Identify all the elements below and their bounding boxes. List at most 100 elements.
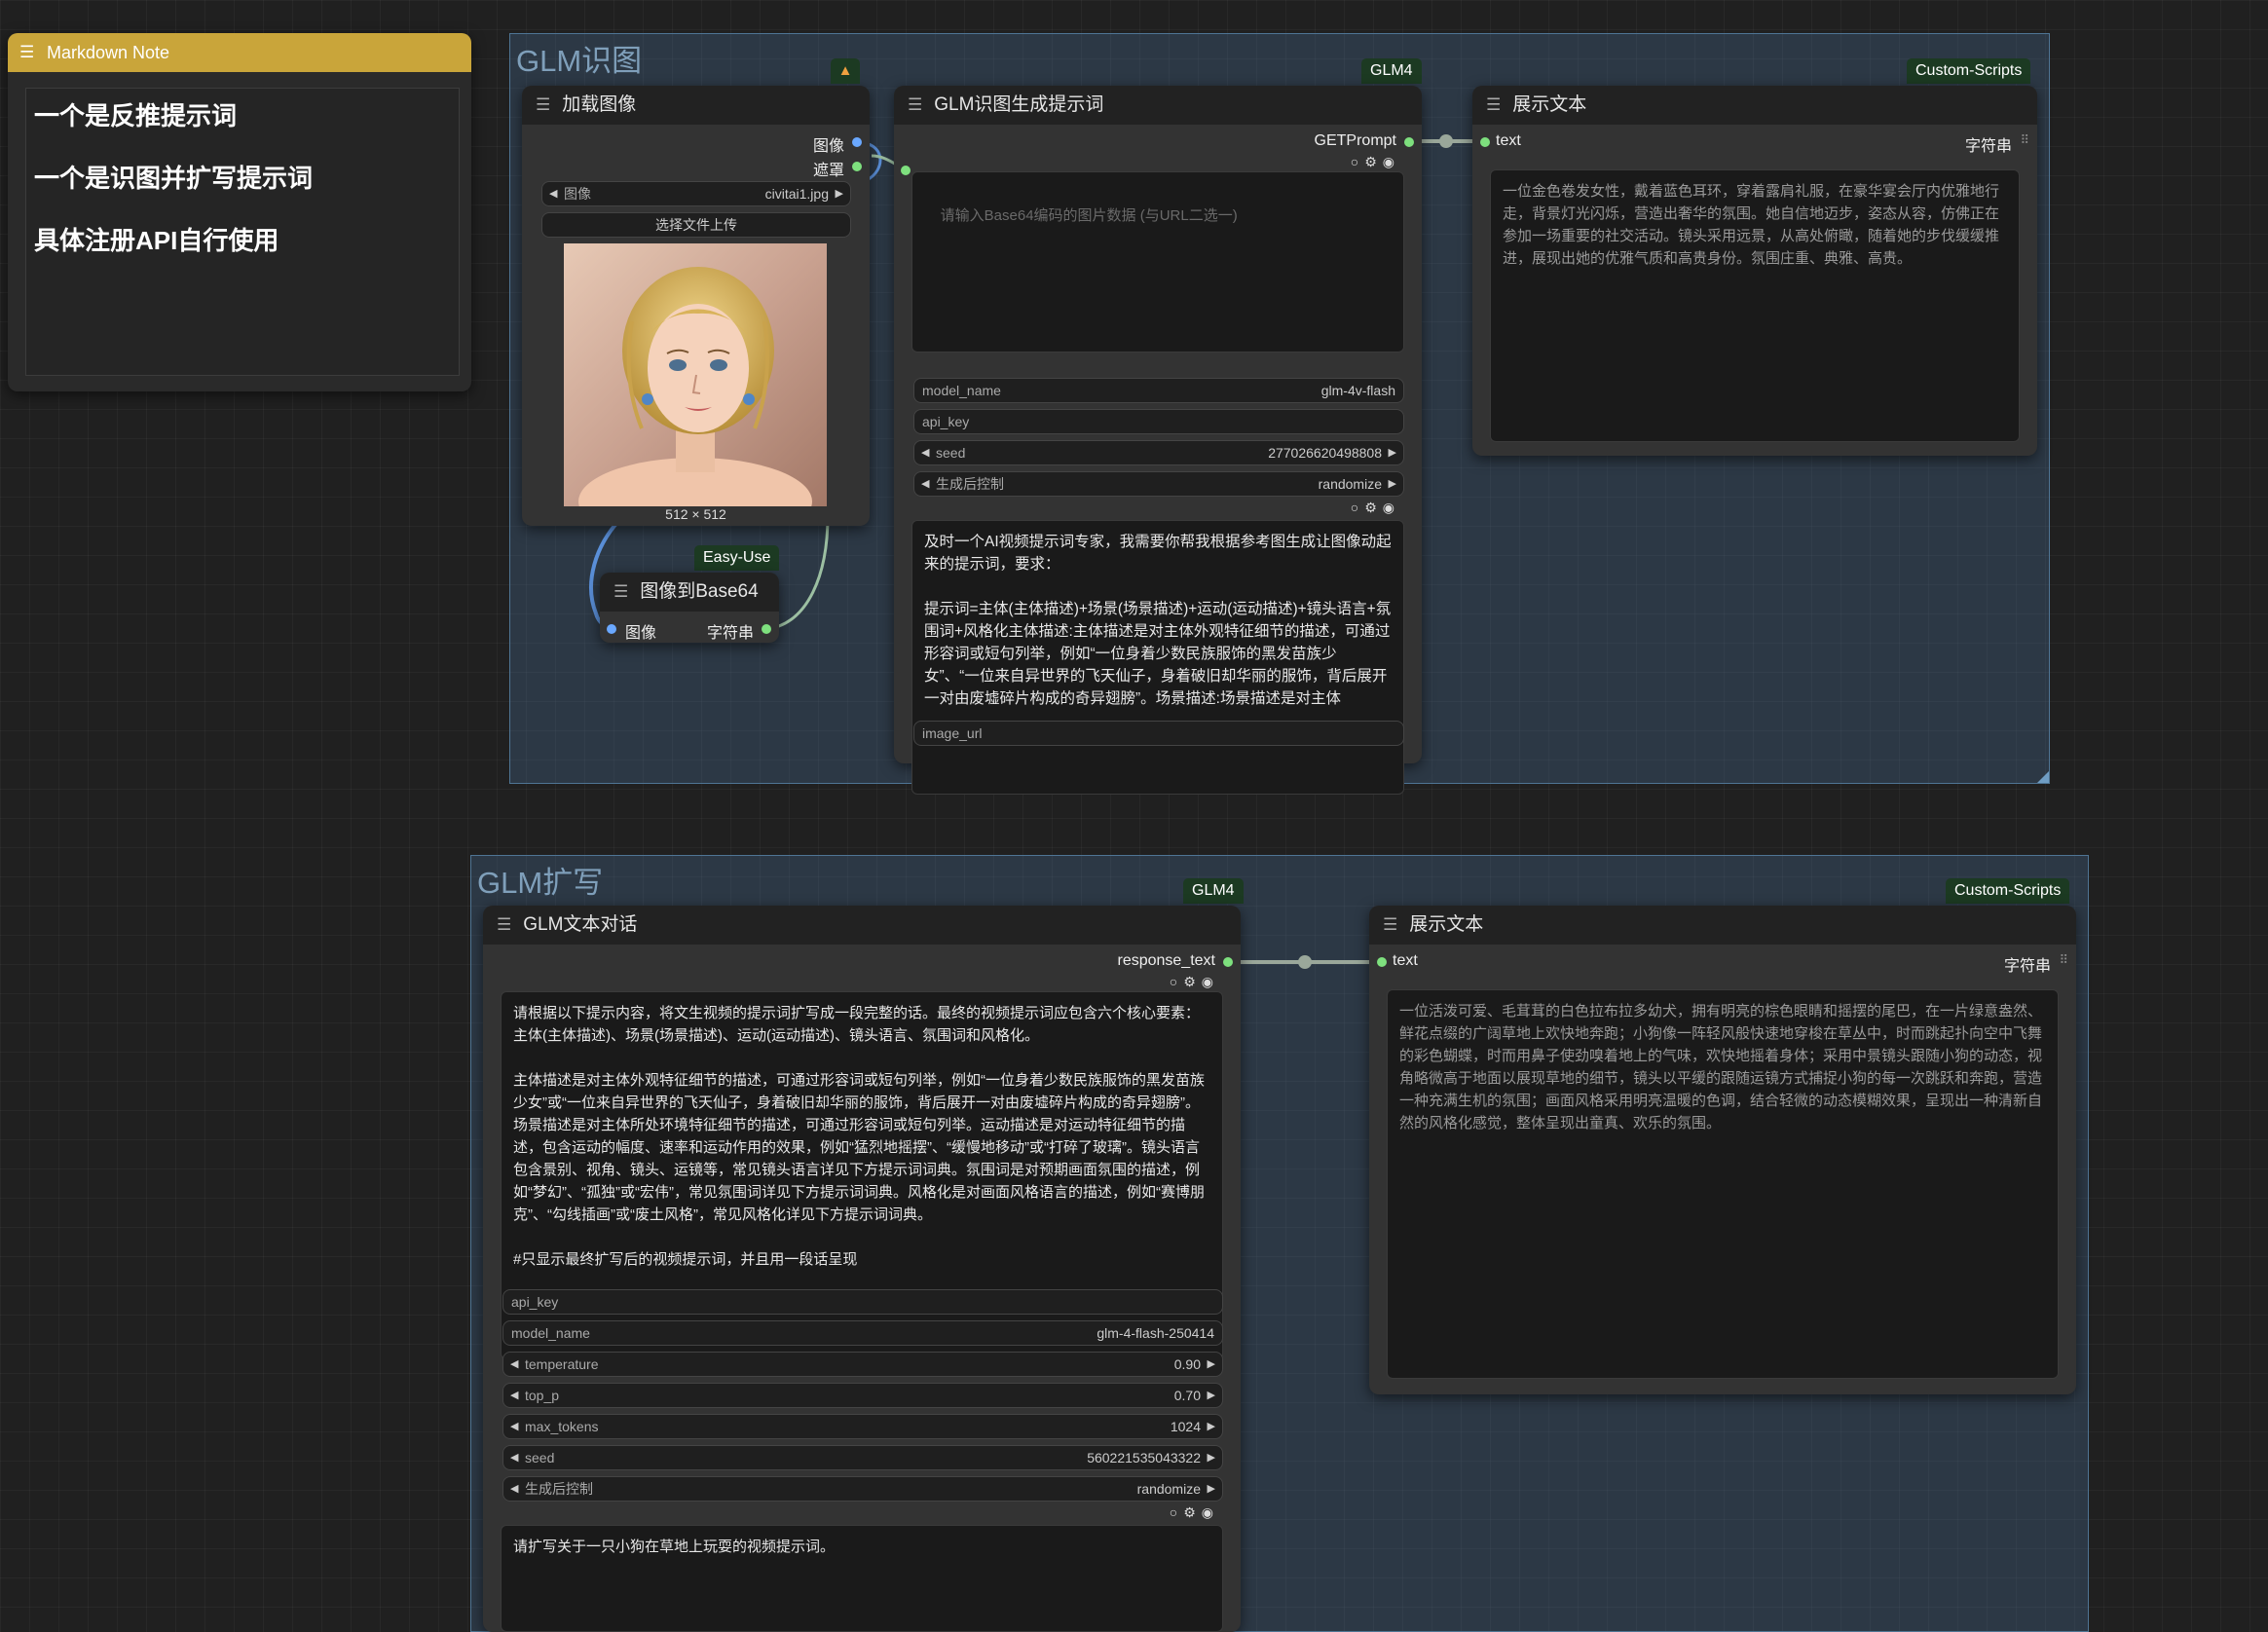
widget-icons[interactable]: ○⚙◉: [1351, 154, 1400, 170]
output-getprompt-slot[interactable]: [1404, 137, 1414, 147]
node-title: 加载图像: [562, 94, 637, 115]
upload-button-label: 选择文件上传: [655, 217, 737, 233]
load-image-node[interactable]: ☰ 加载图像 图像 遮罩 ◀ 图像 civitai1.jpg ▶ 选择文件上传: [522, 86, 870, 526]
input-text-label: text: [1393, 952, 1418, 969]
temperature-field[interactable]: ◀ temperature 0.90 ▶: [502, 1352, 1223, 1377]
widget-value: civitai1.jpg: [764, 186, 829, 202]
input-slot[interactable]: [901, 166, 911, 175]
increment-arrow-icon[interactable]: ▶: [1208, 1477, 1215, 1501]
increment-arrow-icon[interactable]: ▶: [1208, 1384, 1215, 1407]
user-prompt-textarea[interactable]: 请扩写关于一只小狗在草地上玩耍的视频提示词。: [501, 1525, 1223, 1632]
output-mask-label: 遮罩: [812, 163, 844, 179]
link-reroute-dot: [1439, 134, 1453, 148]
increment-arrow-icon[interactable]: ▶: [1389, 472, 1396, 496]
node-title: 展示文本: [1512, 94, 1587, 115]
image-preview[interactable]: [564, 243, 827, 506]
increment-arrow-icon[interactable]: ▶: [836, 182, 843, 205]
decrement-arrow-icon[interactable]: ◀: [510, 1353, 518, 1376]
model-name-field[interactable]: model_name glm-4-flash-250414: [502, 1320, 1223, 1346]
image-select[interactable]: ◀ 图像 civitai1.jpg ▶: [541, 181, 851, 206]
custom-scripts-badge: Custom-Scripts: [1907, 58, 2031, 84]
custom-scripts-badge: Custom-Scripts: [1946, 878, 2070, 904]
node-title: GLM识图生成提示词: [934, 94, 1104, 115]
node-header[interactable]: ☰ GLM文本对话: [483, 906, 1241, 945]
menu-icon[interactable]: ☰: [908, 86, 922, 125]
node-header[interactable]: ☰ 图像到Base64: [600, 573, 779, 612]
menu-icon[interactable]: ☰: [497, 906, 511, 945]
prompt-textarea[interactable]: 及时一个AI视频提示词专家，我需要你帮我根据参考图生成让图像动起来的提示词，要求…: [911, 520, 1404, 795]
widget-label: temperature: [525, 1356, 599, 1372]
control-after-generate-field[interactable]: ◀ 生成后控制 randomize ▶: [913, 471, 1404, 497]
glm4-badge: GLM4: [1361, 58, 1422, 84]
decrement-arrow-icon[interactable]: ◀: [549, 182, 557, 205]
node-header[interactable]: ☰ GLM识图生成提示词: [894, 86, 1422, 125]
grip-icon[interactable]: ⠿: [2059, 952, 2068, 968]
increment-arrow-icon[interactable]: ▶: [1208, 1446, 1215, 1469]
base64-input[interactable]: 请输入Base64编码的图片数据 (与URL二选一): [911, 171, 1404, 352]
glm4-badge: GLM4: [1183, 878, 1244, 904]
widget-label: seed: [936, 445, 966, 461]
increment-arrow-icon[interactable]: ▶: [1208, 1353, 1215, 1376]
show-text-top-node[interactable]: ☰ 展示文本 text 字符串 ⠿ 一位金色卷发女性，戴着蓝色耳环，穿着露肩礼服，…: [1472, 86, 2037, 456]
widget-value: 0.70: [1173, 1388, 1201, 1403]
increment-arrow-icon[interactable]: ▶: [1389, 441, 1396, 464]
widget-label: max_tokens: [525, 1419, 599, 1434]
output-string-slot[interactable]: [762, 624, 771, 634]
seed-field[interactable]: ◀ seed 560221535043322 ▶: [502, 1445, 1223, 1470]
max-tokens-field[interactable]: ◀ max_tokens 1024 ▶: [502, 1414, 1223, 1439]
input-image-slot[interactable]: [607, 624, 616, 634]
glm-chat-node[interactable]: ☰ GLM文本对话 response_text ○⚙◉ 请根据以下提示内容，将文生…: [483, 906, 1241, 1632]
output-string-label: 字符串: [1964, 138, 2012, 155]
grip-icon[interactable]: ⠿: [2020, 132, 2029, 148]
node-header[interactable]: ☰ 加载图像: [522, 86, 870, 125]
input-text-slot[interactable]: [1480, 137, 1490, 147]
output-image-slot[interactable]: [852, 137, 862, 147]
widget-icons[interactable]: ○⚙◉: [1170, 1504, 1219, 1521]
widget-value: randomize: [1318, 476, 1382, 492]
api-key-field[interactable]: api_key: [913, 409, 1404, 434]
model-name-field[interactable]: model_name glm-4v-flash: [913, 378, 1404, 403]
menu-icon[interactable]: ☰: [1486, 86, 1501, 125]
node-header[interactable]: ☰ 展示文本: [1369, 906, 2076, 945]
control-after-generate-field[interactable]: ◀ 生成后控制 randomize ▶: [502, 1476, 1223, 1502]
input-text-slot[interactable]: [1377, 957, 1387, 967]
glm-vision-node[interactable]: ☰ GLM识图生成提示词 GETPrompt ○⚙◉ 请输入Base64编码的图片…: [894, 86, 1422, 795]
widget-value: glm-4v-flash: [1320, 383, 1395, 398]
upload-button[interactable]: 选择文件上传: [541, 212, 851, 238]
node-title: 展示文本: [1409, 914, 1484, 935]
node-title: 图像到Base64: [640, 581, 759, 602]
display-text-area[interactable]: 一位活泼可爱、毛茸茸的白色拉布拉多幼犬，拥有明亮的棕色眼睛和摇摆的尾巴，在一片绿…: [1387, 989, 2059, 1379]
image-url-field[interactable]: image_url: [913, 721, 1404, 746]
widget-value: 1024: [1170, 1419, 1201, 1434]
widget-label: 图像: [564, 186, 591, 202]
widget-icons[interactable]: ○⚙◉: [1170, 974, 1219, 990]
decrement-arrow-icon[interactable]: ◀: [921, 472, 929, 496]
widget-icons[interactable]: ○⚙◉: [1351, 500, 1400, 516]
widget-label: api_key: [511, 1294, 559, 1310]
decrement-arrow-icon[interactable]: ◀: [510, 1415, 518, 1438]
decrement-arrow-icon[interactable]: ◀: [921, 441, 929, 464]
increment-arrow-icon[interactable]: ▶: [1208, 1415, 1215, 1438]
input-image-label: 图像: [625, 625, 657, 642]
top-p-field[interactable]: ◀ top_p 0.70 ▶: [502, 1383, 1223, 1408]
decrement-arrow-icon[interactable]: ◀: [510, 1446, 518, 1469]
api-key-field[interactable]: api_key: [502, 1289, 1223, 1315]
widget-value: glm-4-flash-250414: [1097, 1325, 1214, 1341]
seed-field[interactable]: ◀ seed 277026620498808 ▶: [913, 440, 1404, 465]
show-text-bottom-node[interactable]: ☰ 展示文本 text 字符串 ⠿ 一位活泼可爱、毛茸茸的白色拉布拉多幼犬，拥有明…: [1369, 906, 2076, 1394]
decrement-arrow-icon[interactable]: ◀: [510, 1477, 518, 1501]
decrement-arrow-icon[interactable]: ◀: [510, 1384, 518, 1407]
node-header[interactable]: ☰ 展示文本: [1472, 86, 2037, 125]
widget-label: model_name: [922, 383, 1001, 398]
output-response-slot[interactable]: [1223, 957, 1233, 967]
node-title: GLM文本对话: [523, 914, 638, 935]
widget-value: 0.90: [1173, 1356, 1201, 1372]
display-text-area[interactable]: 一位金色卷发女性，戴着蓝色耳环，穿着露肩礼服，在豪华宴会厅内优雅地行走，背景灯光…: [1490, 169, 2020, 442]
widget-value: randomize: [1136, 1481, 1201, 1497]
image-to-base64-node[interactable]: ☰ 图像到Base64 图像 字符串: [600, 573, 779, 643]
output-mask-slot[interactable]: [852, 162, 862, 171]
menu-icon[interactable]: ☰: [536, 86, 550, 125]
fox-icon: ▲: [831, 58, 860, 84]
menu-icon[interactable]: ☰: [613, 573, 628, 612]
menu-icon[interactable]: ☰: [1383, 906, 1397, 945]
